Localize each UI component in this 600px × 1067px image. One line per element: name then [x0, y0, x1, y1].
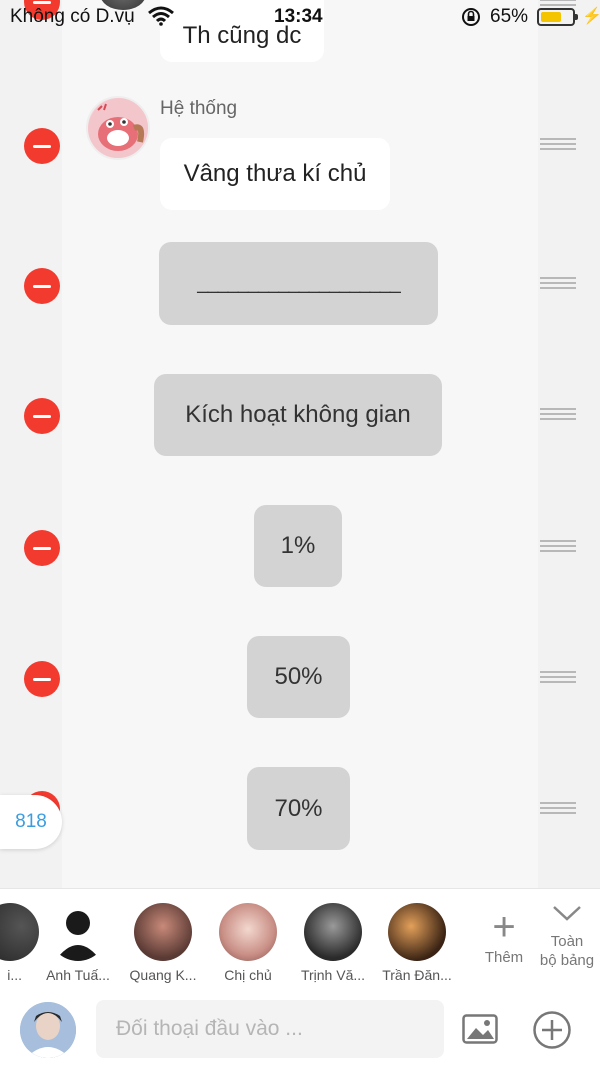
system-avatar[interactable]: [86, 96, 150, 160]
chevron-down-icon: [553, 906, 581, 921]
input-bar: [0, 988, 600, 1067]
expand-all-label-line2: bộ bảng: [539, 952, 595, 969]
my-avatar-image: [20, 1002, 76, 1058]
delete-button[interactable]: [24, 128, 60, 164]
contact-item[interactable]: Quang K...: [123, 903, 203, 983]
contact-avatar: [49, 903, 107, 961]
delete-button[interactable]: [24, 661, 60, 697]
notice-text: ____________________: [197, 272, 400, 294]
drag-handle[interactable]: [540, 138, 576, 152]
sender-name: Hệ thống: [160, 98, 238, 119]
contact-item[interactable]: Anh Tuấ...: [38, 903, 118, 983]
chat-area[interactable]: Th cũng dc Hệ thống Vâng thưa kí chủ ___…: [0, 0, 600, 888]
notice-text: 70%: [274, 794, 323, 822]
delete-button[interactable]: [24, 530, 60, 566]
contact-avatar: [388, 903, 446, 961]
drag-handle[interactable]: [540, 802, 576, 816]
notice-text: 50%: [274, 663, 323, 690]
notice-text: Kích hoạt không gian: [185, 401, 411, 428]
wifi-icon: [148, 6, 174, 26]
more-label: Thêm: [484, 949, 524, 966]
contacts-bar: i... Anh Tuấ... Quang K... Chị chủ Trịnh…: [0, 888, 600, 988]
message-bubble[interactable]: Vâng thưa kí chủ: [160, 138, 390, 210]
expand-all-button[interactable]: Toàn bộ bảng: [534, 903, 600, 970]
contact-avatar: [0, 903, 39, 961]
image-icon[interactable]: [462, 1014, 498, 1044]
notice-bubble[interactable]: 1%: [254, 505, 342, 587]
contact-item[interactable]: Chị chủ: [208, 903, 288, 983]
drag-handle[interactable]: [540, 277, 576, 291]
drag-handle[interactable]: [540, 671, 576, 685]
delete-button[interactable]: [24, 398, 60, 434]
contact-name: Trịnh Vă...: [300, 967, 366, 983]
contact-avatar: [304, 903, 362, 961]
notice-bubble[interactable]: ____________________: [159, 242, 438, 325]
battery-percent: 65%: [490, 6, 529, 27]
drag-handle[interactable]: [540, 540, 576, 554]
notice-text: 1%: [280, 532, 316, 559]
clock: 13:34: [274, 6, 323, 27]
notice-bubble[interactable]: 70%: [247, 767, 350, 850]
charging-icon: ⚡: [582, 8, 600, 25]
status-bar: Không có D.vụ 13:34 65% ⚡: [0, 0, 600, 34]
my-avatar[interactable]: [20, 1002, 76, 1058]
contact-avatar: [134, 903, 192, 961]
contact-name: Anh Tuấ...: [46, 967, 110, 983]
message-text: Vâng thưa kí chủ: [183, 160, 367, 187]
message-input[interactable]: [96, 1000, 444, 1058]
battery-level-fill: [541, 12, 561, 22]
battery-icon: [537, 8, 578, 26]
delete-button[interactable]: [24, 268, 60, 304]
add-circle-icon[interactable]: [532, 1010, 572, 1050]
notice-bubble[interactable]: 50%: [247, 636, 350, 718]
unread-count: 818: [15, 811, 47, 832]
notice-bubble[interactable]: Kích hoạt không gian: [154, 374, 442, 456]
expand-all-label-line1: Toàn: [550, 933, 584, 950]
contact-name: Trần Đăn...: [382, 967, 452, 983]
drag-handle[interactable]: [540, 408, 576, 422]
contact-avatar: [219, 903, 277, 961]
contact-item[interactable]: Trần Đăn...: [377, 903, 457, 983]
more-contacts-button[interactable]: + Thêm: [476, 905, 532, 966]
contact-name: Chị chủ: [224, 967, 272, 983]
rotation-lock-icon: [462, 8, 480, 26]
plus-icon: +: [492, 905, 516, 949]
unread-count-badge[interactable]: 818: [0, 795, 62, 849]
contact-item[interactable]: Trịnh Vă...: [293, 903, 373, 983]
carrier-label: Không có D.vụ: [10, 6, 135, 27]
silhouette-icon: [55, 911, 101, 961]
contact-name: Quang K...: [129, 967, 197, 983]
